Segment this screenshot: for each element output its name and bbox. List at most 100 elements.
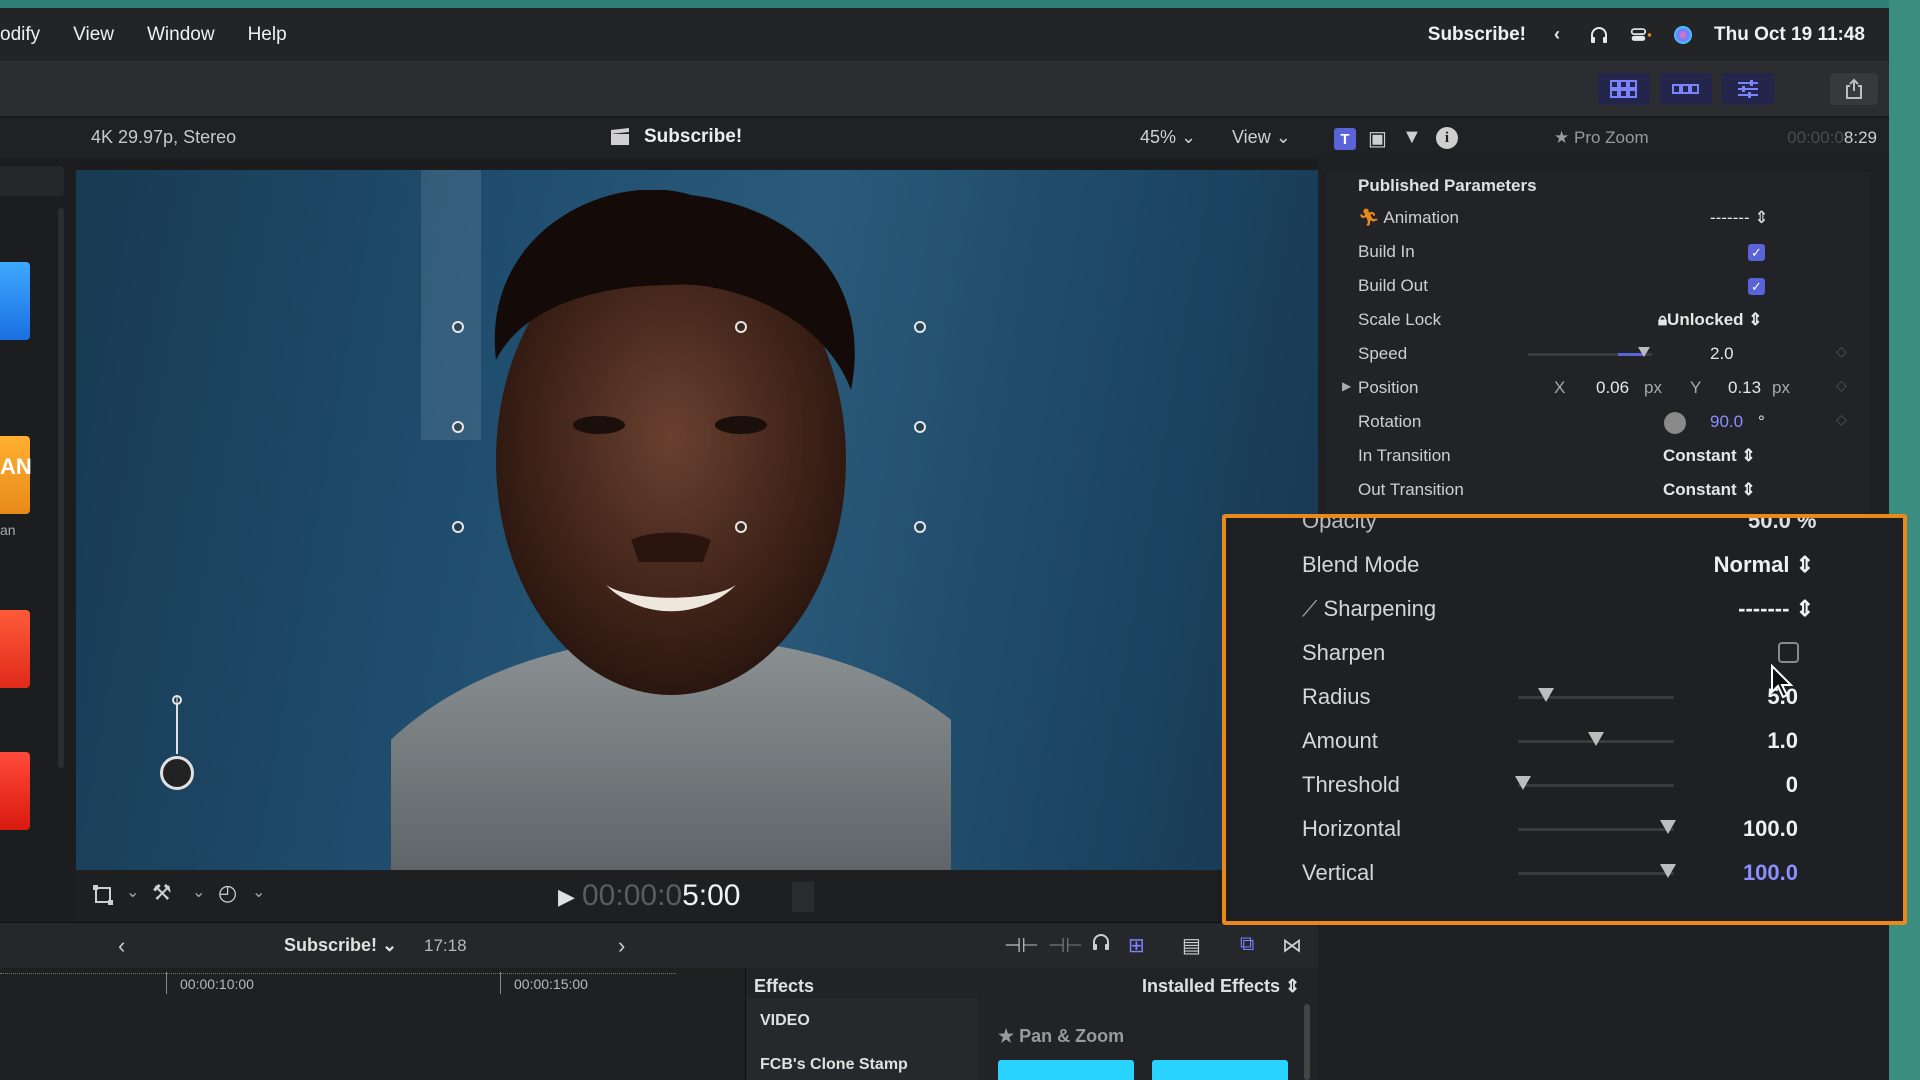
inspector-toggle-button[interactable] [1722,73,1774,105]
timeline-duration: 17:18 [424,936,467,955]
rotation-handle-top[interactable] [172,695,182,705]
browser-toggle-button[interactable] [1598,73,1650,105]
rotation-dial[interactable] [1664,412,1686,434]
headphones-icon[interactable] [1588,24,1610,46]
position-x-value[interactable]: 0.06 [1596,378,1629,398]
section-heading[interactable]: Published Parameters [1358,176,1537,196]
timeline-toggle-button[interactable] [1660,73,1712,105]
audio-skimming-icon[interactable]: ⊣⊢ [1048,933,1083,958]
build-out-checkbox[interactable]: ✓ [1748,278,1765,295]
transform-handle[interactable] [735,321,747,333]
position-y-value[interactable]: 0.13 [1728,378,1761,398]
play-icon[interactable]: ▶ [558,884,575,910]
menu-help[interactable]: Help [248,24,287,46]
param-value[interactable]: 100.0 [1743,816,1798,842]
headphones-icon[interactable] [1090,931,1112,958]
disclosure-triangle-icon[interactable]: ▶ [1342,379,1351,393]
menu-view[interactable]: View [73,24,114,46]
transitions-browser-icon[interactable]: ⋈ [1282,933,1302,958]
menubar-datetime: Thu Oct 19 11:48 [1713,23,1865,45]
scale-lock-popup[interactable]: 🔒︎Unlocked ⇕ [1658,310,1763,330]
slider-knob[interactable] [1514,776,1531,790]
effects-scrollbar[interactable] [1304,1004,1310,1080]
transform-handle[interactable] [452,421,464,433]
param-value[interactable]: 100.0 [1743,860,1798,886]
rotation-handle[interactable] [160,756,194,790]
browser-search-field[interactable] [0,166,64,196]
installed-effects-menu[interactable]: Installed Effects ⇕ [1142,976,1300,997]
horizontal-slider[interactable] [1518,820,1676,834]
timeline-project-menu[interactable]: Subscribe! ⌄ [284,935,397,956]
video-viewer[interactable] [76,170,1318,870]
out-transition-popup[interactable]: Constant ⇕ [1663,480,1756,500]
browser-scrollbar[interactable] [58,208,64,768]
keyframe-diamond-icon[interactable]: ◇ [1836,377,1847,394]
radius-slider[interactable] [1518,688,1674,702]
transform-handle[interactable] [735,521,747,533]
effects-category-video[interactable]: VIDEO [760,1012,810,1030]
menu-window[interactable]: Window [147,24,215,46]
zoom-menu[interactable]: 45% ⌄ [1140,127,1196,148]
transform-handle[interactable] [914,521,926,533]
sharpening-popup[interactable]: ------- ⇕ [1738,596,1814,622]
chevron-down-icon[interactable]: ⌄ [252,882,265,902]
transform-handle[interactable] [914,321,926,333]
color-inspector-tab[interactable]: ▼ [1402,126,1422,149]
chevron-right-icon[interactable]: › [618,933,625,959]
transform-handle[interactable] [914,421,926,433]
param-value[interactable]: 2.0 [1710,344,1734,364]
title-inspector-tab[interactable]: T [1334,128,1356,150]
share-button[interactable] [1830,73,1878,105]
chevron-left-icon[interactable]: ‹ [118,933,125,959]
slider-knob[interactable] [1659,864,1676,878]
timeline[interactable]: 00:00:10:00 00:00:15:00 [0,968,745,1080]
effect-preview-thumbnail[interactable] [998,1060,1134,1080]
video-inspector-tab[interactable]: ▣ [1368,126,1387,151]
speed-slider-knob[interactable] [1638,347,1650,357]
amount-slider[interactable] [1518,732,1674,746]
transform-handle[interactable] [452,521,464,533]
effect-thumbnail[interactable] [0,752,30,830]
slider-knob[interactable] [1538,688,1555,702]
effect-thumbnail[interactable] [0,262,30,340]
param-value[interactable]: 0 [1786,772,1798,798]
callout-row-threshold: Threshold 0 [1302,764,1862,804]
vertical-slider[interactable] [1518,864,1676,878]
control-center-icon[interactable] [1630,24,1652,46]
view-menu[interactable]: View ⌄ [1232,127,1291,148]
sharpen-checkbox[interactable] [1778,642,1799,663]
param-value[interactable]: 1.0 [1767,728,1798,754]
transform-handle[interactable] [452,321,464,333]
skimming-icon[interactable]: ⊣⊢ [1004,933,1039,958]
snapping-icon[interactable]: ⊞ [1128,933,1145,958]
blend-mode-popup[interactable]: Normal ⇕ [1714,552,1814,578]
speed-gauge-icon[interactable]: ◴ [218,880,237,906]
threshold-slider[interactable] [1514,776,1674,790]
effect-thumbnail[interactable]: AN [0,436,32,514]
build-in-checkbox[interactable]: ✓ [1748,244,1765,261]
menubar-subscribe-label[interactable]: Subscribe! [1428,24,1526,46]
chevron-down-icon[interactable]: ⌄ [192,882,205,902]
effect-thumbnail[interactable] [0,610,30,688]
effects-item[interactable]: FCB's Clone Stamp [760,1056,908,1074]
transform-tool-button[interactable] [92,884,114,912]
speed-slider[interactable] [1528,347,1652,357]
chevron-left-icon[interactable]: ‹ [1546,24,1568,46]
param-position: ▶ Position X 0.06 px Y 0.13 px ◇ [1342,371,1858,405]
clip-appearance-icon[interactable]: ▤ [1182,933,1201,958]
keyframe-diamond-icon[interactable]: ◇ [1836,411,1847,428]
chevron-down-icon[interactable]: ⌄ [126,882,139,902]
magic-wand-icon[interactable]: ⚒ [152,880,172,906]
slider-knob[interactable] [1588,732,1604,746]
in-transition-popup[interactable]: Constant ⇕ [1663,446,1756,466]
info-icon[interactable]: i [1436,127,1458,149]
menu-modify[interactable]: odify [0,24,40,46]
keyframe-diamond-icon[interactable]: ◇ [1836,343,1847,360]
effects-browser-icon[interactable]: ⧉ [1240,933,1254,956]
param-value[interactable]: 90.0 [1710,412,1743,432]
effect-preview-thumbnail[interactable] [1152,1060,1288,1080]
slider-knob[interactable] [1659,820,1676,834]
siri-icon[interactable] [1672,24,1694,46]
animation-popup[interactable]: ------- ⇕ [1710,208,1769,228]
param-label: Vertical [1302,860,1375,885]
